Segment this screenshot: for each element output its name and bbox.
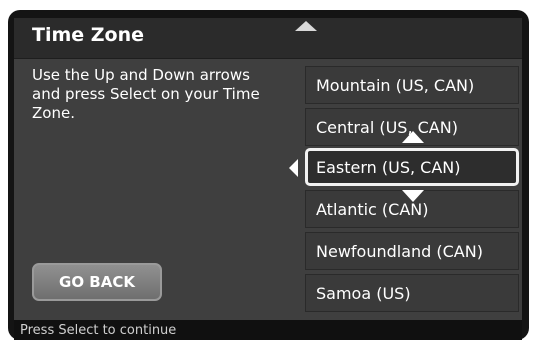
timezone-option-samoa[interactable]: Samoa (US) <box>305 274 519 312</box>
status-text: Press Select to continue <box>20 322 177 338</box>
timezone-option-label: Samoa (US) <box>316 283 411 303</box>
timezone-option-label: Atlantic (CAN) <box>316 199 429 219</box>
status-bar: Press Select to continue <box>14 320 522 340</box>
timezone-option-newfoundland[interactable]: Newfoundland (CAN) <box>305 232 519 270</box>
go-back-label: GO BACK <box>59 273 135 291</box>
arrow-up-icon[interactable] <box>402 131 424 143</box>
timezone-option-label: Mountain (US, CAN) <box>316 75 475 95</box>
timezone-option-label: Central (US, CAN) <box>316 117 458 137</box>
arrow-down-icon[interactable] <box>402 190 424 202</box>
instructions-text: Use the Up and Down arrows and press Sel… <box>32 66 260 122</box>
timezone-option-eastern[interactable]: Eastern (US, CAN) <box>305 148 519 186</box>
page-title: Time Zone <box>32 24 145 46</box>
chevron-up-icon[interactable] <box>295 21 317 31</box>
timezone-option-label: Newfoundland (CAN) <box>316 241 483 261</box>
go-back-button[interactable]: GO BACK <box>32 263 162 301</box>
title-bar: Time Zone <box>14 18 522 59</box>
caret-left-icon <box>289 159 298 177</box>
timezone-option-label: Eastern (US, CAN) <box>316 157 461 177</box>
timezone-option-mountain[interactable]: Mountain (US, CAN) <box>305 66 519 104</box>
